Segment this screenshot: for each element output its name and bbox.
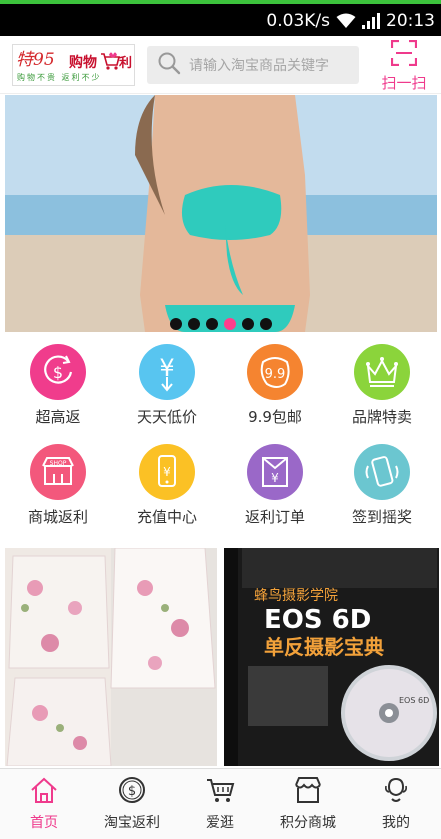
tab-label: 首页 (30, 815, 58, 831)
crown-icon (354, 344, 410, 400)
category-qiandaoyaojiang[interactable]: 签到摇奖 (327, 444, 437, 536)
tab-label: 爱逛 (206, 815, 234, 831)
book-brand: 蜂鸟摄影学院 (254, 588, 338, 604)
tab-points-mall[interactable]: 积分商城 (264, 775, 352, 832)
category-label: 充值中心 (136, 508, 197, 526)
product-feed: 蜂鸟摄影学院 EOS 6D 单反摄影宝典 EOS 6D (0, 548, 441, 766)
clock: 20:13 (386, 11, 435, 31)
scan-label: 扫一扫 (381, 74, 427, 92)
disc-label: EOS 6D (399, 696, 429, 705)
carousel-dot[interactable] (242, 318, 254, 330)
category-label: 天天低价 (136, 408, 197, 426)
svg-text:$: $ (128, 784, 136, 799)
category-chaogaofan[interactable]: $ 超高返 (3, 344, 113, 436)
category-pinpaitemai[interactable]: 品牌特卖 (327, 344, 437, 436)
category-chongzhizhongxin[interactable]: ¥ 充值中心 (112, 444, 222, 536)
skirt-product-image (5, 548, 217, 766)
logo-slogan: 购物不贵 返利不少 (17, 72, 102, 82)
category-tiantiandijia[interactable]: ¥ 天天低价 (112, 344, 222, 436)
category-label: 超高返 (35, 408, 81, 426)
category-label: 9.9包邮 (248, 408, 302, 426)
tab-profile[interactable]: 我的 (352, 775, 440, 832)
yen-arrow-icon: ¥ (139, 344, 195, 400)
carousel-dot[interactable] (170, 318, 182, 330)
category-label: 签到摇奖 (351, 508, 412, 526)
banner-image (5, 95, 437, 332)
status-bar: 0.03K/s 20:13 (0, 0, 441, 36)
search-placeholder: 请输入淘宝商品关键字 (189, 58, 329, 74)
tab-label: 淘宝返利 (104, 815, 160, 831)
promo-banner[interactable] (5, 95, 437, 332)
carousel-dot[interactable] (188, 318, 200, 330)
cart-icon (205, 775, 235, 809)
envelope-yen-icon: ¥ (247, 444, 303, 500)
signal-icon (362, 13, 380, 29)
svg-text:$: $ (53, 363, 63, 382)
carousel-indicators (5, 318, 437, 332)
svg-text:9.9: 9.9 (265, 367, 286, 382)
carousel-dot[interactable] (206, 318, 218, 330)
logo-text-shop: 购物 (69, 54, 97, 71)
cart-logo-icon (101, 52, 121, 70)
category-label: 商城返利 (27, 508, 88, 526)
tab-label: 积分商城 (280, 815, 336, 831)
logo-text-brand: 特95 (16, 50, 55, 70)
app-header: 特95 购物 利 购物不贵 返利不少 请输入淘宝商品关键字 扫一扫 (0, 36, 441, 94)
tab-label: 我的 (382, 815, 410, 831)
nine-nine-icon: 9.9 (247, 344, 303, 400)
category-shangchengfanli[interactable]: SHOP 商城返利 (3, 444, 113, 536)
tab-home[interactable]: 首页 (0, 775, 88, 832)
store-icon (293, 775, 323, 809)
book-title: EOS 6D (264, 605, 371, 635)
eos-book-product-image: 蜂鸟摄影学院 EOS 6D 单反摄影宝典 EOS 6D (224, 548, 439, 766)
svg-text:SHOP: SHOP (50, 460, 67, 467)
coin-return-icon: $ (30, 344, 86, 400)
category-label: 返利订单 (244, 508, 305, 526)
app-logo[interactable]: 特95 购物 利 购物不贵 返利不少 (12, 44, 135, 86)
phone-yen-icon: ¥ (139, 444, 195, 500)
wifi-icon (336, 13, 356, 29)
carousel-dot[interactable] (260, 318, 272, 330)
dollar-circle-icon: $ (117, 775, 147, 809)
scan-icon (390, 39, 418, 70)
shop-icon: SHOP (30, 444, 86, 500)
svg-text:¥: ¥ (163, 465, 171, 479)
search-icon (157, 51, 181, 79)
shake-phone-icon (354, 444, 410, 500)
profile-icon (381, 775, 411, 809)
book-subtitle: 单反摄影宝典 (264, 635, 384, 659)
tab-browse[interactable]: 爱逛 (176, 775, 264, 832)
product-card-skirt[interactable] (5, 548, 217, 766)
svg-text:¥: ¥ (271, 471, 279, 485)
home-icon (29, 775, 59, 809)
search-bar[interactable]: 请输入淘宝商品关键字 (147, 46, 359, 84)
carousel-dot-active[interactable] (224, 318, 236, 330)
tab-taobao-rebate[interactable]: $ 淘宝返利 (88, 775, 176, 832)
category-fanlidingdan[interactable]: ¥ 返利订单 (220, 444, 330, 536)
logo-text-li: 利 (119, 55, 132, 71)
product-card-eos-book[interactable]: 蜂鸟摄影学院 EOS 6D 单反摄影宝典 EOS 6D (224, 548, 439, 766)
scan-button[interactable]: 扫一扫 (374, 38, 434, 92)
network-speed: 0.03K/s (266, 11, 330, 31)
bottom-tab-bar: 首页 $ 淘宝返利 爱逛 积分商城 我的 (0, 768, 441, 839)
category-label: 品牌特卖 (351, 408, 412, 426)
category-99baoyou[interactable]: 9.9 9.9包邮 (220, 344, 330, 436)
